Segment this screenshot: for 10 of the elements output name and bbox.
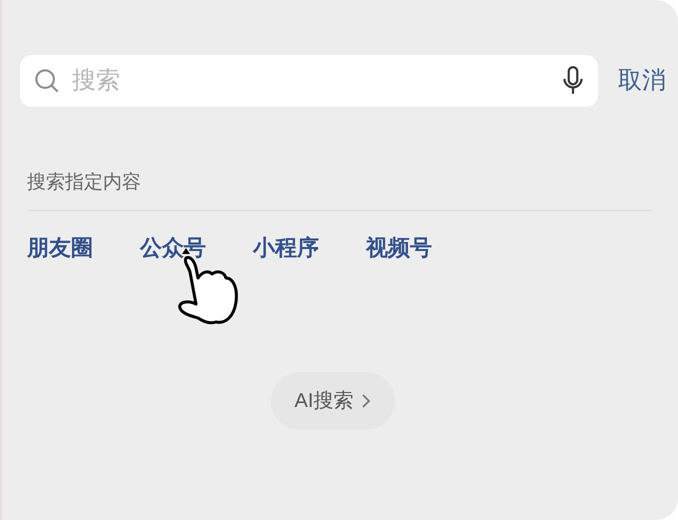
category-link[interactable]: 公众号: [140, 230, 253, 264]
category-link[interactable]: 小程序: [253, 230, 366, 264]
search-field[interactable]: 搜索: [72, 63, 560, 99]
chevron-icon: [361, 392, 372, 408]
category-link[interactable]: 朋友圈: [27, 230, 140, 264]
ai-search-button[interactable]: AI搜索: [270, 372, 396, 430]
section-title: 搜索指定内容: [27, 171, 142, 195]
category-link[interactable]: 视频号: [366, 230, 479, 264]
cancel-button[interactable]: 取消: [618, 63, 666, 99]
search-bar[interactable]: 搜索: [20, 55, 598, 107]
